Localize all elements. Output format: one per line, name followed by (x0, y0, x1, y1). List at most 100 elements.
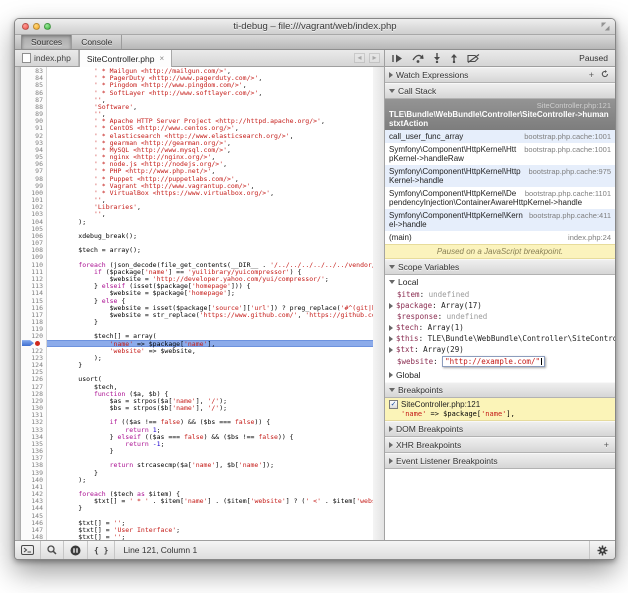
call-stack-frame[interactable]: SiteController.php:121TLE\Bundle\WebBund… (385, 99, 615, 130)
code-line-143[interactable]: $txt[] = ' * ' . $item['name'] . ($item[… (47, 497, 373, 504)
variable-response[interactable]: $response: undefined (385, 311, 615, 322)
call-stack-frame[interactable]: bootstrap.php.cache:975Symfony\Component… (385, 165, 615, 187)
gutter-line-118[interactable]: 118 (21, 318, 46, 325)
code-line-83[interactable]: ' * Mailgun <http://mailgun.com/>', (47, 67, 373, 74)
code-line-111[interactable]: if ($package['name'] == 'yuilibrary/yuic… (47, 268, 373, 275)
code-line-104[interactable]: ); (47, 218, 373, 225)
code-line-99[interactable]: ' * Vagrant <http://www.vagrantup.com/>'… (47, 182, 373, 189)
scope-variables-header[interactable]: Scope Variables (385, 259, 615, 275)
code-line-134[interactable]: } elseif (($as === false) && ($bs !== fa… (47, 433, 373, 440)
gutter-line-127[interactable]: 127 (21, 383, 46, 390)
disclosure-triangle-icon[interactable] (389, 426, 393, 432)
add-watch-expression-icon[interactable]: + (587, 71, 596, 80)
gutter-line-145[interactable]: 145 (21, 512, 46, 519)
code-line-110[interactable]: foreach (json_decode(file_get_contents(_… (47, 261, 373, 268)
gutter-line-143[interactable]: 143 (21, 497, 46, 504)
code-line-122[interactable]: 'website' => $website, (47, 347, 373, 354)
step-out-button[interactable] (450, 53, 458, 63)
gutter-line-103[interactable]: 103 (21, 210, 46, 217)
code-line-116[interactable]: $website = isset($package['source']['url… (47, 304, 373, 311)
scope-group-local[interactable]: Local (385, 275, 615, 289)
code-line-97[interactable]: ' * PHP <http://www.php.net/>', (47, 167, 373, 174)
code-line-85[interactable]: ' * Pingdom <http://www.pingdom.com/>', (47, 81, 373, 88)
disclosure-triangle-icon[interactable] (389, 372, 393, 378)
code-line-117[interactable]: $website = str_replace('https://www.gith… (47, 311, 373, 318)
gutter-line-140[interactable]: 140 (21, 476, 46, 483)
disclosure-triangle-icon[interactable] (389, 458, 393, 464)
variable-tech[interactable]: $tech: Array(1) (385, 322, 615, 333)
code-line-115[interactable]: } else { (47, 297, 373, 304)
code-line-103[interactable]: '', (47, 210, 373, 217)
code-line-146[interactable]: $txt[] = ''; (47, 519, 373, 526)
code-line-140[interactable]: ); (47, 476, 373, 483)
code-line-118[interactable]: } (47, 318, 373, 325)
gutter-line-97[interactable]: 97 (21, 167, 46, 174)
call-stack-frame[interactable]: bootstrap.php.cache:1001Symfony\Componen… (385, 143, 615, 165)
code-line-128[interactable]: function ($a, $b) { (47, 390, 373, 397)
gutter-line-124[interactable]: 124 (21, 361, 46, 368)
gutter-line-119[interactable]: 119 (21, 325, 46, 332)
code-line-144[interactable]: } (47, 504, 373, 511)
code-line-96[interactable]: ' * node.js <http://nodejs.org/>', (47, 160, 373, 167)
disclosure-triangle-icon[interactable] (389, 336, 393, 342)
code-line-148[interactable]: $txt[] = ''; (47, 533, 373, 540)
code-line-119[interactable] (47, 325, 373, 332)
code-line-91[interactable]: ' * CentOS <http://www.centos.org/>', (47, 124, 373, 131)
code-line-121[interactable]: 'name' => $package['name'], (47, 340, 373, 347)
code-line-112[interactable]: $website = 'http://developer.yahoo.com/y… (47, 275, 373, 282)
code-line-130[interactable]: $bs = strpos($b['name'], '/'); (47, 404, 373, 411)
code-line-123[interactable]: ); (47, 354, 373, 361)
call-stack-frame[interactable]: bootstrap.php.cache:1101Symfony\Componen… (385, 187, 615, 209)
event-listener-breakpoints-header[interactable]: Event Listener Breakpoints (385, 453, 615, 469)
disclosure-triangle-icon[interactable] (389, 72, 393, 78)
gutter-line-137[interactable]: 137 (21, 454, 46, 461)
variable-value-editor[interactable]: "http://example.com/" (442, 356, 545, 367)
code-line-125[interactable] (47, 368, 373, 375)
code-line-105[interactable] (47, 225, 373, 232)
gutter-line-104[interactable]: 104 (21, 218, 46, 225)
disclosure-triangle-icon[interactable] (389, 388, 395, 392)
code-line-137[interactable] (47, 454, 373, 461)
gutter-line-94[interactable]: 94 (21, 146, 46, 153)
gutter-line-122[interactable]: 122 (21, 347, 46, 354)
gutter-line-116[interactable]: 116 (21, 304, 46, 311)
disclosure-triangle-icon[interactable] (389, 325, 393, 331)
gutter-line-106[interactable]: 106 (21, 232, 46, 239)
variable-txt[interactable]: $txt: Array(29) (385, 344, 615, 355)
code-line-139[interactable]: } (47, 469, 373, 476)
disclosure-triangle-icon[interactable] (389, 303, 393, 309)
gutter-line-123[interactable]: 123 (21, 354, 46, 361)
gutter-line-96[interactable]: 96 (21, 160, 46, 167)
tab-sources[interactable]: Sources (21, 35, 72, 49)
breakpoint-checkbox[interactable]: ✓ (389, 400, 398, 409)
code-line-127[interactable]: $tech, (47, 383, 373, 390)
code-line-106[interactable]: xdebug_break(); (47, 232, 373, 239)
gutter-line-130[interactable]: 130 (21, 404, 46, 411)
gutter-line-128[interactable]: 128 (21, 390, 46, 397)
gutter-line-115[interactable]: 115 (21, 297, 46, 304)
code-line-93[interactable]: ' * gearman <http://gearman.org/>', (47, 139, 373, 146)
code-line-124[interactable]: } (47, 361, 373, 368)
refresh-watch-expressions-icon[interactable] (599, 70, 611, 80)
code-line-92[interactable]: ' * elasticsearch <http://www.elasticsea… (47, 132, 373, 139)
gutter-line-126[interactable]: 126 (21, 375, 46, 382)
code-line-132[interactable]: if (($as !== false) && ($bs === false)) … (47, 418, 373, 425)
gutter-line-120[interactable]: 120 (21, 332, 46, 339)
variable-website[interactable]: $website: "http://example.com/" (385, 355, 615, 368)
gutter-line-102[interactable]: 102 (21, 203, 46, 210)
code-line-98[interactable]: ' * Puppet <http://puppetlabs.com/>', (47, 175, 373, 182)
gutter-line-111[interactable]: 111 (21, 268, 46, 275)
gutter-line-139[interactable]: 139 (21, 469, 46, 476)
code-line-133[interactable]: return 1; (47, 426, 373, 433)
xhr-breakpoints-header[interactable]: XHR Breakpoints + (385, 437, 615, 453)
gutter-line-101[interactable]: 101 (21, 196, 46, 203)
gutter-line-109[interactable]: 109 (21, 253, 46, 260)
gutter-line-147[interactable]: 147 (21, 526, 46, 533)
gutter-line-133[interactable]: 133 (21, 426, 46, 433)
file-tab-index-php[interactable]: index.php (15, 50, 79, 66)
code-line-131[interactable] (47, 411, 373, 418)
code-line-109[interactable] (47, 253, 373, 260)
code-line-108[interactable]: $tech = array(); (47, 246, 373, 253)
code-line-95[interactable]: ' * nginx <http://nginx.org/>', (47, 153, 373, 160)
code-line-120[interactable]: $tech[] = array( (47, 332, 373, 339)
